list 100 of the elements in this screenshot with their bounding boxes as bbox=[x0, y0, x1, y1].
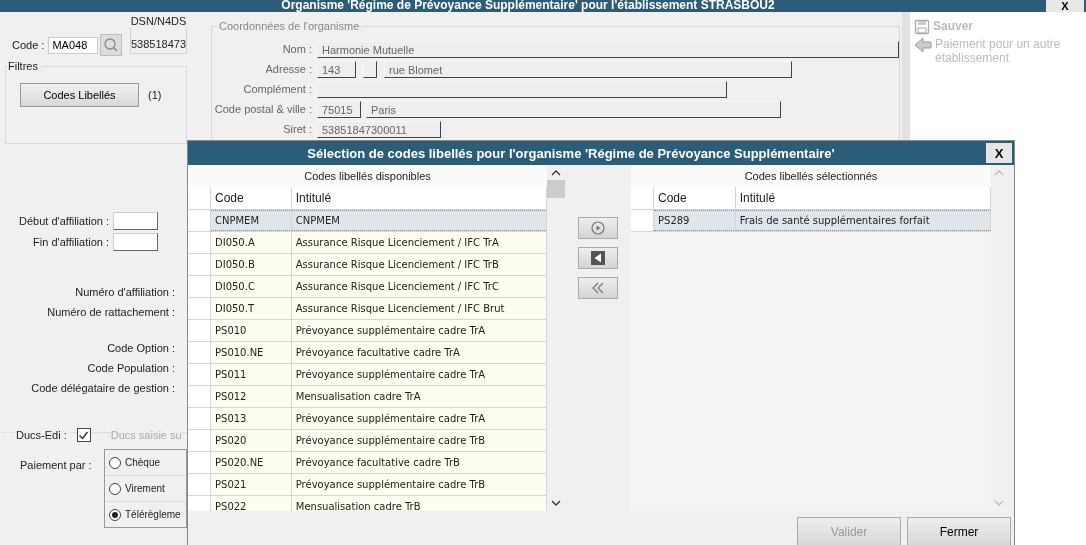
code-cell: PS020.NE bbox=[211, 452, 292, 473]
code-cell: PS011 bbox=[211, 364, 292, 385]
list-row[interactable]: CNPMEM CNPMEM bbox=[188, 210, 547, 232]
code-cell: PS020 bbox=[211, 430, 292, 451]
list-row[interactable]: PS021 Prévoyance supplémentaire cadre TrB bbox=[188, 474, 547, 496]
label-cell: Assurance Risque Licenciement / IFC Brut bbox=[291, 298, 547, 319]
text-field[interactable]: Harmonie Mutuelle bbox=[317, 40, 899, 58]
remove-button[interactable] bbox=[578, 247, 618, 269]
close-button[interactable]: X bbox=[986, 143, 1012, 163]
close-button[interactable]: X bbox=[1046, 0, 1084, 12]
dialog-title: Sélection de codes libellés pour l'organisme 'Régime de Prévoyance Supplémentaire' bbox=[307, 145, 835, 161]
text-field[interactable] bbox=[363, 60, 377, 78]
code-cell: PS013 bbox=[211, 408, 292, 429]
chevron-down-icon[interactable] bbox=[551, 499, 561, 507]
list-row[interactable]: PS010 Prévoyance supplémentaire cadre TrA bbox=[188, 320, 547, 342]
dsn-value: 538518473 bbox=[130, 38, 186, 50]
radio-button[interactable] bbox=[109, 508, 121, 521]
code-cell: PS022 bbox=[211, 496, 292, 511]
field-label: Siret : bbox=[282, 123, 312, 135]
label-cell: Prévoyance supplémentaire cadre TrA bbox=[291, 320, 547, 341]
code-cell: DI050.A bbox=[211, 232, 292, 253]
ducs-checkbox[interactable] bbox=[76, 428, 91, 442]
text-field[interactable]: 75015 bbox=[317, 100, 361, 118]
field-label: Code Population : bbox=[86, 362, 175, 374]
date-label: Début d'affiliation : bbox=[18, 214, 109, 227]
double-chevron-icon bbox=[590, 281, 606, 295]
code-cell: PS010.NE bbox=[211, 342, 292, 363]
field-label: Code délégataire de gestion : bbox=[30, 382, 175, 394]
label-cell: Prévoyance supplémentaire cadre TrA bbox=[291, 408, 547, 429]
list-row[interactable]: PS020 Prévoyance supplémentaire cadre TrB bbox=[188, 430, 547, 452]
code-input[interactable]: MA048 bbox=[48, 36, 99, 54]
list-row[interactable]: DI050.C Assurance Risque Licenciement / IFC TrC bbox=[188, 276, 547, 298]
back-icon bbox=[590, 250, 606, 266]
field-label: Code Option : bbox=[106, 342, 175, 354]
code-cell: CNPMEM bbox=[211, 210, 292, 231]
list-row[interactable]: PS020.NE Prévoyance facultative cadre TrB bbox=[188, 452, 547, 474]
list-row[interactable]: PS011 Prévoyance supplémentaire cadre TrA bbox=[188, 364, 547, 386]
radio-label: Virement bbox=[125, 483, 165, 494]
label-cell: Prévoyance facultative cadre TrB bbox=[291, 452, 547, 473]
text-field[interactable]: 143 bbox=[317, 60, 356, 78]
label-cell: Prévoyance supplémentaire cadre TrB bbox=[291, 474, 547, 495]
codes-button[interactable]: Codes Libellés bbox=[20, 83, 139, 107]
code-cell: PS012 bbox=[211, 386, 292, 407]
date-input[interactable] bbox=[113, 232, 158, 251]
list-row[interactable]: PS022 Mensualisation cadre TrB bbox=[188, 496, 547, 511]
code-label: Code : bbox=[12, 39, 45, 51]
text-field[interactable]: 53851847300011 bbox=[317, 120, 441, 138]
arrow-icon bbox=[914, 37, 932, 53]
search-icon bbox=[103, 37, 120, 53]
text-field[interactable] bbox=[317, 80, 727, 98]
label-cell: Assurance Risque Licenciement / IFC TrB bbox=[291, 254, 547, 275]
remove-all-button[interactable] bbox=[578, 277, 618, 299]
column-header[interactable]: Code bbox=[211, 187, 292, 209]
date-input[interactable] bbox=[113, 211, 158, 230]
payment-label: Paiement par : bbox=[20, 459, 93, 473]
ducs-label: Ducs-Edi : bbox=[14, 429, 69, 441]
label-cell: Assurance Risque Licenciement / IFC TrC bbox=[291, 276, 547, 297]
label-cell: Prévoyance supplémentaire cadre TrB bbox=[291, 430, 547, 451]
list-row[interactable]: PS010.NE Prévoyance facultative cadre TrA bbox=[188, 342, 547, 364]
label-cell: Prévoyance supplémentaire cadre TrA bbox=[291, 364, 547, 385]
add-button[interactable] bbox=[578, 217, 618, 239]
scrollbar-thumb[interactable] bbox=[547, 180, 565, 198]
label-cell: Mensualisation cadre TrA bbox=[291, 386, 547, 407]
code-cell: DI050.B bbox=[211, 254, 292, 275]
text-field[interactable]: Paris bbox=[366, 100, 781, 118]
date-label: Fin d'affiliation : bbox=[32, 235, 109, 248]
dialog-button[interactable]: Fermer bbox=[907, 517, 1011, 545]
text-field[interactable]: rue Blomet bbox=[384, 60, 792, 78]
label-cell: Frais de santé supplémentaires forfait bbox=[735, 210, 991, 231]
code-cell: PS010 bbox=[211, 320, 292, 341]
organisme-legend: Coordonnées de l'organisme bbox=[217, 20, 362, 32]
window-title: Organisme 'Régime de Prévoyance Supplémentaire' pour l'établissement STRASBOU2 bbox=[281, 0, 775, 11]
list-row[interactable]: PS289 Frais de santé supplémentaires forfait bbox=[631, 210, 991, 232]
column-header[interactable]: Code bbox=[654, 187, 736, 209]
label-cell: Assurance Risque Licenciement / IFC TrA bbox=[291, 232, 547, 253]
ducs-option-label: Ducs saisie su bbox=[110, 429, 182, 441]
field-label: Numéro de rattachement : bbox=[46, 306, 175, 318]
search-button[interactable] bbox=[100, 34, 122, 56]
radio-button[interactable] bbox=[109, 456, 121, 469]
list-row[interactable]: DI050.A Assurance Risque Licenciement / IFC TrA bbox=[188, 232, 547, 254]
list-row[interactable]: PS012 Mensualisation cadre TrA bbox=[188, 386, 547, 408]
label-cell: Mensualisation cadre TrB bbox=[291, 496, 547, 511]
dsn-legend: DSN/N4DS bbox=[128, 15, 189, 27]
field-label: Adresse : bbox=[264, 63, 312, 75]
radio-label: Télérègleme bbox=[125, 509, 181, 520]
chevron-up-icon[interactable] bbox=[551, 169, 561, 177]
play-icon bbox=[591, 221, 605, 235]
code-cell: DI050.T bbox=[211, 298, 292, 319]
field-label: Complément : bbox=[242, 83, 312, 95]
code-cell: PS289 bbox=[654, 210, 736, 231]
radio-label: Chèque bbox=[125, 457, 161, 468]
list-row[interactable]: DI050.B Assurance Risque Licenciement / IFC TrB bbox=[188, 254, 547, 276]
field-label: Code postal & ville : bbox=[213, 103, 312, 115]
codes-count: (1) bbox=[148, 89, 162, 101]
list-row[interactable]: PS013 Prévoyance supplémentaire cadre TrA bbox=[188, 408, 547, 430]
code-cell: DI050.C bbox=[211, 276, 292, 297]
radio-button[interactable] bbox=[109, 482, 121, 495]
list-row[interactable]: DI050.T Assurance Risque Licenciement / IFC Brut bbox=[188, 298, 547, 320]
list-caption: Codes libellés sélectionnés bbox=[631, 165, 991, 187]
field-label: Nom : bbox=[281, 43, 312, 55]
